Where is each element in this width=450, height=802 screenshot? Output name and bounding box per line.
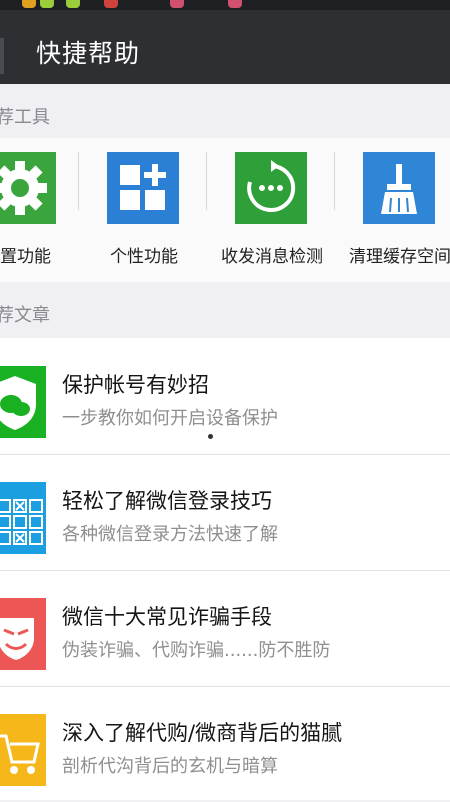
list-item[interactable]: 保护帐号有妙招 一步教你如何开启设备保护 <box>0 338 450 455</box>
section-header-articles: 荐文章 <box>0 282 450 340</box>
tool-label: 置功能 <box>0 247 51 267</box>
tool-message-check[interactable]: 收发消息检测 <box>220 138 350 282</box>
tool-label: 清理缓存空间 <box>349 247 450 267</box>
status-icon <box>22 0 36 8</box>
article-title: 深入了解代购/微商背后的猫腻 <box>62 721 343 745</box>
article-subtitle: 一步教你如何开启设备保护 <box>62 408 278 429</box>
divider <box>206 152 207 210</box>
tool-label: 收发消息检测 <box>221 247 323 267</box>
list-item[interactable]: 轻松了解微信登录技巧 各种微信登录方法快速了解 <box>0 454 450 571</box>
list-item[interactable]: 深入了解代购/微商背后的猫腻 剖析代沟背后的玄机与暗算 <box>0 686 450 802</box>
article-title: 保护帐号有妙招 <box>62 373 209 397</box>
status-bar <box>0 0 450 10</box>
divider <box>334 152 335 210</box>
shield-wechat-icon <box>0 366 46 438</box>
cart-icon <box>0 714 46 786</box>
status-icon <box>40 0 54 8</box>
status-icon <box>228 0 242 8</box>
status-icon <box>104 0 118 8</box>
section-header-label: 荐工具 <box>0 107 50 128</box>
tools-row: 置功能 个性功能 收发消息检测 清理缓存空间 <box>0 138 450 283</box>
title-bar: 快捷帮助 <box>0 10 450 84</box>
status-icon <box>170 0 184 8</box>
pattern-grid-icon <box>0 482 46 554</box>
section-header-label: 荐文章 <box>0 305 50 326</box>
back-button[interactable] <box>0 38 4 74</box>
touch-indicator <box>208 434 213 439</box>
article-subtitle: 剖析代沟背后的玄机与暗算 <box>62 756 278 777</box>
article-subtitle: 伪装诈骗、代购诈骗......防不胜防 <box>62 640 331 661</box>
divider <box>78 152 79 210</box>
page-title: 快捷帮助 <box>36 39 141 68</box>
tool-personalize[interactable]: 个性功能 <box>90 138 220 282</box>
list-item[interactable]: 微信十大常见诈骗手段 伪装诈骗、代购诈骗......防不胜防 <box>0 570 450 687</box>
article-title: 微信十大常见诈骗手段 <box>62 605 272 629</box>
broom-icon <box>363 152 435 224</box>
status-icon <box>66 0 80 8</box>
article-title: 轻松了解微信登录技巧 <box>62 489 272 513</box>
grid-plus-icon <box>107 152 179 224</box>
gear-icon <box>0 152 56 224</box>
section-header-tools: 荐工具 <box>0 84 450 142</box>
refresh-dots-icon <box>235 152 307 224</box>
article-subtitle: 各种微信登录方法快速了解 <box>62 524 278 545</box>
mask-icon <box>0 598 46 670</box>
article-list: 保护帐号有妙招 一步教你如何开启设备保护 轻松了解微信登录技巧 各种微信登录方法… <box>0 338 450 800</box>
tool-label: 个性功能 <box>110 247 178 267</box>
tool-clear-cache[interactable]: 清理缓存空间 <box>348 138 450 282</box>
